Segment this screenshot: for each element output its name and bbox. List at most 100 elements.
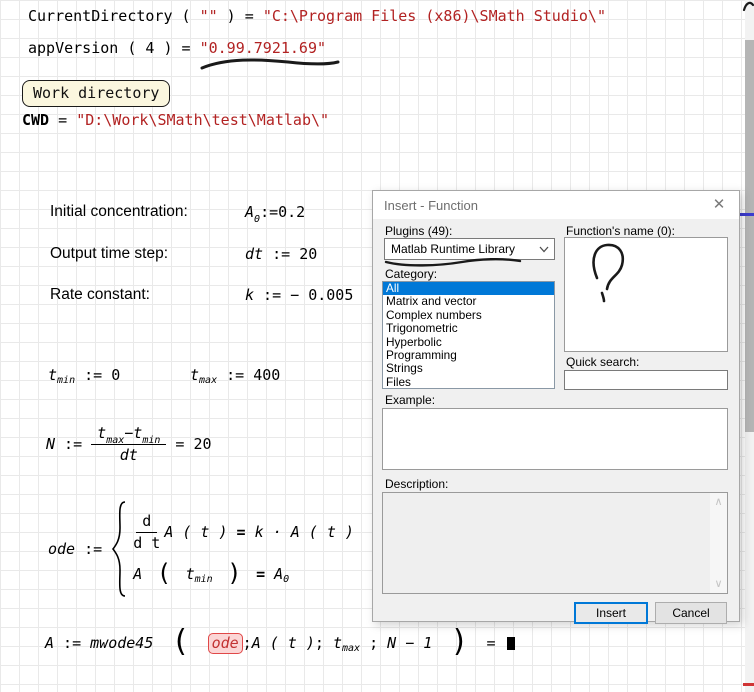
subscript: 0 <box>254 214 260 225</box>
param-label: Initial concentration: <box>50 203 245 221</box>
arg2: A ( t ) <box>252 634 315 652</box>
work-directory-button[interactable]: Work directory <box>22 80 170 107</box>
app-version-expression[interactable]: appVersion ( 4 ) = "0.99.7921.69" <box>28 39 326 57</box>
result-placeholder[interactable] <box>507 637 515 650</box>
t-min-expression[interactable]: tmin := 0 <box>48 366 120 384</box>
numerator-sub2: min <box>142 435 160 446</box>
param-row-rate-constant[interactable]: Rate constant: k := − 0.005 <box>50 286 353 304</box>
separator: ; <box>315 634 333 652</box>
chevron-down-icon <box>539 246 549 253</box>
ode-system-expression[interactable]: ode := d d t A ( t ) = k · A ( t ) A ( t… <box>48 500 354 598</box>
arg4: N − 1 <box>387 634 432 652</box>
close-icon[interactable]: ✕ <box>707 195 731 215</box>
assign: := <box>54 634 90 652</box>
quick-search-label: Quick search: <box>566 355 639 369</box>
param-row-output-time-step[interactable]: Output time step: dt := 20 <box>50 245 317 263</box>
cwd-expression[interactable]: CWD = "D:\Work\SMath\test\Matlab\" <box>22 111 329 129</box>
solver-expression[interactable]: A := mwode45 ( ode;A ( t ); tmax ; N − 1… <box>45 628 515 658</box>
example-box <box>382 408 728 470</box>
category-item[interactable]: Matrix and vector <box>383 295 554 308</box>
ode-rhs: k · A ( t ) <box>255 523 354 541</box>
dialog-titlebar[interactable]: Insert - Function ✕ <box>373 191 739 219</box>
plugins-label: Plugins (49): <box>385 224 452 238</box>
category-item[interactable]: Strings <box>383 362 554 375</box>
category-item[interactable]: Programming <box>383 349 554 362</box>
numerator-var: t <box>97 424 106 442</box>
function-name-listbox[interactable] <box>564 237 728 352</box>
assign: := <box>260 203 278 221</box>
function-name-label: Function's name (0): <box>566 224 675 238</box>
category-list[interactable]: AllMatrix and vectorComplex numbersTrigo… <box>382 281 555 389</box>
system-brace <box>111 500 127 598</box>
description-scrollbar[interactable]: ∧ ∨ <box>710 493 727 593</box>
equals: = <box>487 634 505 652</box>
number-arg: 4 <box>145 39 154 57</box>
description-label: Description: <box>385 477 448 491</box>
ode-lhs: A ( t ) <box>164 523 227 541</box>
subscript: min <box>57 375 75 386</box>
category-item[interactable]: Hyperbolic <box>383 336 554 349</box>
variable: N <box>46 435 55 453</box>
insert-button[interactable]: Insert <box>574 602 648 624</box>
page-marker-blue <box>740 213 754 216</box>
equals: = <box>49 111 76 129</box>
init-func: A <box>133 565 142 583</box>
category-item[interactable]: Files <box>383 376 554 389</box>
space <box>191 39 200 57</box>
open-paren: ( <box>153 627 207 657</box>
space <box>254 7 263 25</box>
boolean-equals: = <box>256 565 274 583</box>
insert-function-dialog: Insert - Function ✕ Plugins (49): Matlab… <box>372 190 740 622</box>
category-item[interactable]: Complex numbers <box>383 309 554 322</box>
close-paren: ) <box>432 627 486 657</box>
separator: ; <box>243 634 252 652</box>
dialog-title: Insert - Function <box>384 198 478 213</box>
cancel-button[interactable]: Cancel <box>655 602 727 624</box>
quick-search-input[interactable] <box>564 370 728 390</box>
numerator-sub: max <box>106 435 124 446</box>
string-value: "D:\Work\SMath\test\Matlab\" <box>76 111 329 129</box>
page-marker-red <box>743 683 754 686</box>
equals: = <box>245 7 254 25</box>
derivative-fraction: d d t <box>133 512 160 552</box>
init-arg: t <box>186 565 195 583</box>
d-numerator: d <box>136 512 157 533</box>
scroll-down-icon[interactable]: ∨ <box>710 576 727 592</box>
current-directory-expression[interactable]: CurrentDirectory ( "" ) = "C:\Program Fi… <box>28 7 606 25</box>
vertical-scrollbar-thumb[interactable] <box>745 40 754 432</box>
value: 400 <box>253 366 280 384</box>
plugins-selected-value: Matlab Runtime Library <box>391 242 515 256</box>
category-item[interactable]: All <box>383 282 554 295</box>
assign: := <box>55 435 91 453</box>
string-value: "0.99.7921.69" <box>200 39 326 57</box>
init-arg-sub: min <box>195 574 213 585</box>
paren: ) <box>154 39 181 57</box>
string-arg: "" <box>200 7 218 25</box>
plugins-dropdown[interactable]: Matlab Runtime Library <box>384 238 555 260</box>
fraction: tmax−tmin dt <box>91 424 166 464</box>
n-formula-expression[interactable]: N := tmax−tmin dt = 20 <box>46 424 212 464</box>
arg3-var: t <box>333 634 342 652</box>
assign: := <box>75 366 111 384</box>
scroll-up-icon[interactable]: ∧ <box>710 494 727 510</box>
boolean-equals: = <box>228 523 255 541</box>
equals: = <box>182 39 191 57</box>
paren: ) <box>218 7 245 25</box>
value: 20 <box>299 245 317 263</box>
equals: = <box>166 435 193 453</box>
ode-highlight-box[interactable]: ode <box>208 633 243 654</box>
minus: − <box>124 424 133 442</box>
function-name: CurrentDirectory <box>28 7 173 25</box>
assign: := <box>217 366 253 384</box>
init-value: A <box>274 565 283 583</box>
assign: := <box>263 245 299 263</box>
example-label: Example: <box>385 393 435 407</box>
value: 0 <box>111 366 120 384</box>
category-item[interactable]: Trigonometric <box>383 322 554 335</box>
param-row-initial-concentration[interactable]: Initial concentration: A0:=0.2 <box>50 203 305 221</box>
value: − 0.005 <box>290 286 353 304</box>
numerator-var2: t <box>133 424 142 442</box>
paren: ( <box>173 7 200 25</box>
d-denominator: d t <box>133 533 160 552</box>
t-max-expression[interactable]: tmax := 400 <box>190 366 280 384</box>
